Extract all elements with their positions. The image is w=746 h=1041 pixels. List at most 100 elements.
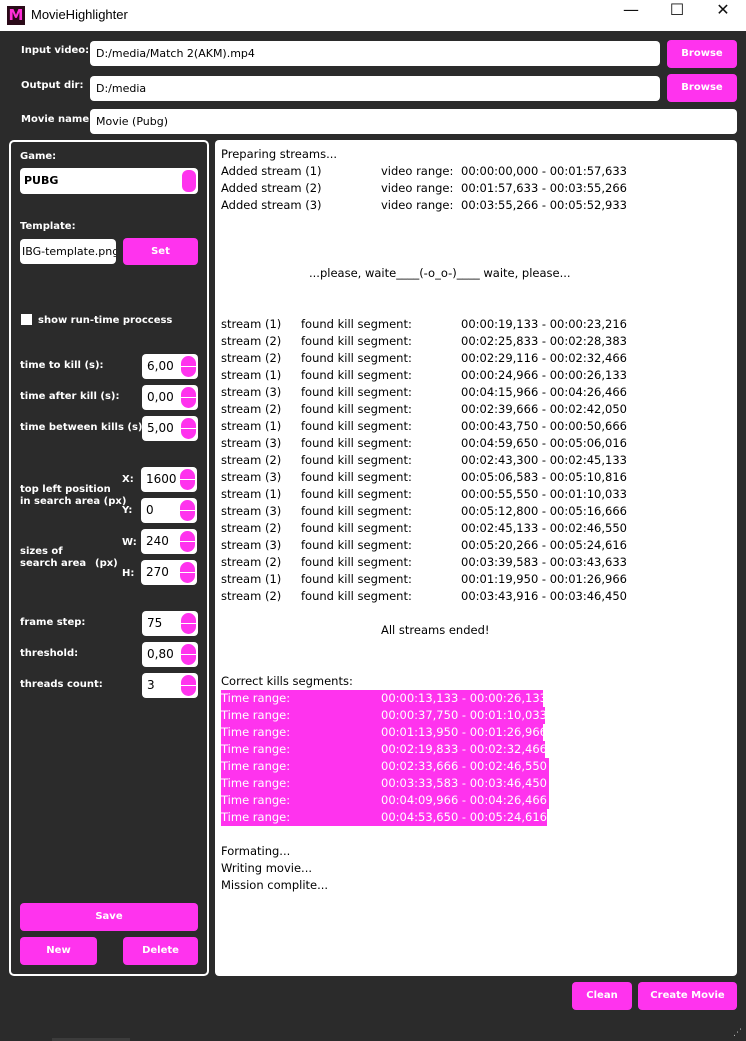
dropdown-arrow-icon [182, 170, 196, 192]
spin-arrows-icon[interactable] [180, 562, 195, 583]
log-preparing: Preparing streams... [221, 147, 338, 161]
time-to-kill-label: time to kill (s): [20, 360, 104, 371]
segment-stream: stream (2) [221, 351, 282, 365]
segment-range: 00:03:43,916 - 00:03:46,450 [461, 589, 627, 603]
segment-text: found kill segment: [301, 555, 412, 569]
y-label: Y: [122, 505, 133, 516]
spin-arrows-icon[interactable] [180, 531, 195, 552]
segment-stream: stream (2) [221, 589, 282, 603]
segment-stream: stream (2) [221, 402, 282, 416]
correct-range: 00:02:33,666 - 00:02:46,550 [381, 759, 547, 773]
added-stream-name: Added stream (1) [221, 164, 322, 178]
spin-arrows-icon[interactable] [180, 469, 195, 490]
h-label: H: [122, 568, 135, 579]
browse-output-button[interactable]: Browse [667, 74, 737, 102]
time-after-kill-value: 0,00 [147, 390, 174, 404]
segment-text: found kill segment: [301, 402, 412, 416]
segment-range: 00:02:45,133 - 00:02:46,550 [461, 521, 627, 535]
correct-label: Time range: [221, 742, 291, 756]
delete-button[interactable]: Delete [123, 937, 198, 965]
y-spinbox[interactable]: 0 [141, 498, 197, 523]
save-button[interactable]: Save [20, 903, 198, 931]
template-field[interactable]: IBG-template.png [20, 239, 116, 264]
segment-text: found kill segment: [301, 317, 412, 331]
segment-text: found kill segment: [301, 436, 412, 450]
added-stream-name: Added stream (3) [221, 198, 322, 212]
segment-range: 00:05:06,583 - 00:05:10,816 [461, 470, 627, 484]
browse-input-button[interactable]: Browse [667, 40, 737, 68]
time-between-kills-spinbox[interactable]: 5,00 [142, 416, 198, 441]
segment-range: 00:02:43,300 - 00:02:45,133 [461, 453, 627, 467]
new-button[interactable]: New [20, 937, 97, 965]
w-spinbox[interactable]: 240 [141, 529, 197, 554]
threshold-spinbox[interactable]: 0,80 [142, 642, 198, 667]
app-logo-icon: M [7, 6, 25, 25]
correct-range: 00:00:37,750 - 00:01:10,033 [381, 708, 547, 722]
time-to-kill-value: 6,00 [147, 359, 174, 373]
game-label: Game: [20, 151, 57, 162]
create-movie-button[interactable]: Create Movie [638, 982, 737, 1010]
log-wait-message: ...please, waite____(-o_o-)____ waite, p… [309, 266, 571, 280]
spin-arrows-icon[interactable] [181, 356, 196, 377]
segment-text: found kill segment: [301, 589, 412, 603]
threads-label: threads count: [20, 679, 103, 690]
log-all-ended: All streams ended! [381, 623, 490, 637]
h-spinbox[interactable]: 270 [141, 560, 197, 585]
correct-label: Time range: [221, 725, 291, 739]
segment-text: found kill segment: [301, 419, 412, 433]
input-video-field[interactable]: D:/media/Match 2(AKM).mp4 [90, 41, 660, 66]
threads-spinbox[interactable]: 3 [142, 673, 198, 698]
segment-stream: stream (3) [221, 436, 282, 450]
segment-stream: stream (2) [221, 555, 282, 569]
segment-range: 00:04:59,650 - 00:05:06,016 [461, 436, 627, 450]
h-value: 270 [146, 565, 169, 579]
frame-step-spinbox[interactable]: 75 [142, 611, 198, 636]
segment-stream: stream (3) [221, 470, 282, 484]
segment-text: found kill segment: [301, 572, 412, 586]
show-runtime-checkbox[interactable] [21, 314, 32, 325]
segment-range: 00:04:15,966 - 00:04:26,466 [461, 385, 627, 399]
output-dir-field[interactable]: D:/media [90, 76, 660, 101]
segment-text: found kill segment: [301, 487, 412, 501]
template-label: Template: [20, 221, 76, 232]
segment-stream: stream (2) [221, 521, 282, 535]
spin-arrows-icon[interactable] [181, 418, 196, 439]
x-value: 1600 [146, 472, 177, 486]
x-spinbox[interactable]: 1600 [141, 467, 197, 492]
spin-arrows-icon[interactable] [181, 675, 196, 696]
correct-range: 00:04:09,966 - 00:04:26,466 [381, 793, 547, 807]
segment-text: found kill segment: [301, 470, 412, 484]
maximize-button[interactable]: ☐ [654, 0, 700, 31]
added-stream-range: 00:00:00,000 - 00:01:57,633 [461, 164, 627, 178]
correct-label: Time range: [221, 691, 291, 705]
segment-range: 00:01:19,950 - 00:01:26,966 [461, 572, 627, 586]
spin-arrows-icon[interactable] [181, 387, 196, 408]
time-to-kill-spinbox[interactable]: 6,00 [142, 354, 198, 379]
segment-range: 00:02:39,666 - 00:02:42,050 [461, 402, 627, 416]
w-value: 240 [146, 534, 169, 548]
time-between-kills-label: time between kills (s): [20, 422, 147, 433]
segment-text: found kill segment: [301, 521, 412, 535]
close-button[interactable]: ✕ [700, 0, 746, 31]
segment-text: found kill segment: [301, 334, 412, 348]
spin-arrows-icon[interactable] [181, 613, 196, 634]
clean-button[interactable]: Clean [572, 982, 632, 1010]
game-select[interactable]: PUBG [20, 168, 198, 194]
segment-stream: stream (1) [221, 572, 282, 586]
spin-arrows-icon[interactable] [181, 644, 196, 665]
resize-grip-icon[interactable]: ⋰ [733, 1028, 743, 1038]
frame-step-value: 75 [147, 616, 163, 630]
added-stream-range: 00:01:57,633 - 00:03:55,266 [461, 181, 627, 195]
correct-range: 00:02:19,833 - 00:02:32,466 [381, 742, 547, 756]
movie-name-field[interactable]: Movie (Pubg) [90, 109, 737, 134]
minimize-button[interactable]: — [608, 0, 654, 31]
time-after-kill-spinbox[interactable]: 0,00 [142, 385, 198, 410]
log-writing: Writing movie... [221, 861, 313, 875]
correct-range: 00:00:13,133 - 00:00:26,133 [381, 691, 547, 705]
segment-stream: stream (1) [221, 317, 282, 331]
sizes-label-line1: sizes of [20, 546, 63, 557]
set-template-button[interactable]: Set [123, 238, 198, 265]
spin-arrows-icon[interactable] [180, 500, 195, 521]
segment-stream: stream (2) [221, 453, 282, 467]
added-stream-label: video range: [381, 198, 454, 212]
